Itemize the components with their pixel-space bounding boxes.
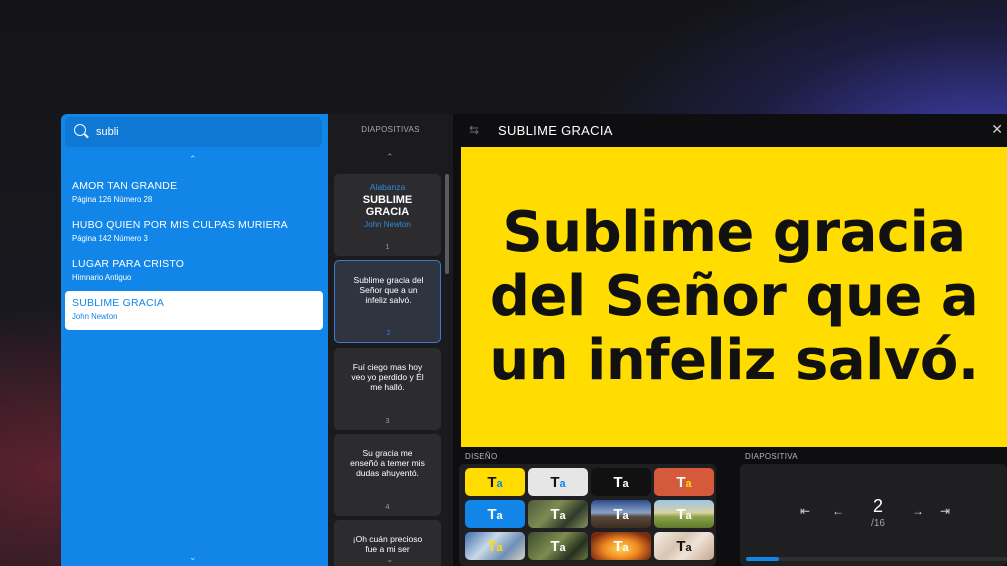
theme-glyph: T (676, 473, 686, 491)
theme-glyph: T (550, 505, 560, 523)
slide-text: Su gracia me enseñó a temer mis dudas ah… (350, 448, 425, 478)
next-slide-icon[interactable]: → (912, 504, 924, 518)
scroll-down-chevron-icon[interactable]: ⌄ (189, 552, 197, 563)
slides-header: DIAPOSITIVAS (361, 125, 420, 134)
slide-card-active[interactable]: Sublime gracia del Señor que a un infeli… (334, 260, 441, 343)
song-title: HUBO QUIEN POR MIS CULPAS MURIERA (72, 219, 288, 231)
theme-glyph: T (550, 537, 560, 555)
theme-glyph-small: a (622, 542, 629, 554)
design-themes: Ta Ta Ta Ta Ta Ta Ta Ta Ta Ta T a T a (459, 464, 716, 566)
slide-number: 2 (386, 328, 391, 337)
slides-scrollbar[interactable] (445, 174, 449, 274)
slide-text: Sublime gracia del Señor que a un infeli… (353, 275, 424, 305)
theme-landscape-5[interactable]: Ta (528, 532, 588, 560)
preview-top-bar: ⇆ SUBLIME GRACIA (453, 114, 1007, 146)
song-item-selected[interactable]: SUBLIME GRACIA John Newton (65, 291, 323, 330)
theme-landscape-3[interactable]: Ta (654, 500, 714, 528)
slide-author: John Newton (364, 220, 411, 229)
song-subtitle: Himnario Antiguo (72, 273, 132, 282)
slides-panel: DIAPOSITIVAS ⌃ Alabanza SUBLIME GRACIA J… (328, 114, 453, 566)
slide-number: 1 (385, 242, 390, 251)
song-title: LUGAR PARA CRISTO (72, 258, 185, 270)
theme-glyph-small: a (496, 510, 503, 522)
song-item[interactable]: HUBO QUIEN POR MIS CULPAS MURIERA Página… (65, 213, 323, 252)
theme-yellow[interactable]: Ta (465, 468, 525, 496)
theme-glyph: T (676, 505, 686, 523)
slide-number: 4 (385, 502, 390, 511)
theme-landscape-2[interactable]: Ta (591, 500, 651, 528)
slides-scroll-down-icon[interactable]: ⌄ (386, 554, 394, 565)
previous-slide-icon[interactable]: ← (832, 504, 844, 518)
song-subtitle: John Newton (72, 312, 118, 321)
song-item[interactable]: LUGAR PARA CRISTO Himnario Antiguo (65, 252, 323, 291)
song-search-panel: ⌃ AMOR TAN GRANDE Página 126 Número 28 H… (61, 114, 328, 566)
theme-glyph: T (487, 505, 497, 523)
search-input[interactable] (96, 126, 296, 138)
slide-song-title: SUBLIME GRACIA (362, 194, 413, 218)
slide-card[interactable]: Fuí ciego mas hoy veo yo perdido y Él me… (334, 348, 441, 430)
slide-card[interactable]: Su gracia me enseñó a temer mis dudas ah… (334, 434, 441, 516)
song-title: SUBLIME GRACIA (72, 297, 165, 309)
theme-glyph-small: a (622, 478, 629, 490)
slide-text: ¡Oh cuán precioso fue a mi ser (352, 534, 423, 554)
song-title: AMOR TAN GRANDE (72, 180, 178, 192)
preview-panel: ⇆ SUBLIME GRACIA ✕ Sublime gracia del Se… (453, 114, 1007, 566)
song-list: AMOR TAN GRANDE Página 126 Número 28 HUB… (65, 174, 323, 330)
theme-light-gray[interactable]: Ta (528, 468, 588, 496)
theme-glyph: T (487, 473, 497, 491)
theme-glyph: T (613, 505, 623, 523)
scroll-up-chevron-icon[interactable]: ⌃ (189, 154, 197, 165)
song-item[interactable]: AMOR TAN GRANDE Página 126 Número 28 (65, 174, 323, 213)
theme-glyph: T (550, 473, 560, 491)
theme-black[interactable]: Ta (591, 468, 651, 496)
slide-progress-fill (746, 557, 779, 561)
theme-glyph-small: a (559, 510, 566, 522)
theme-glyph-small: a (496, 478, 503, 490)
slide-preview-text: Sublime gracia del Señor que a un infeli… (489, 200, 979, 393)
slide-preview: Sublime gracia del Señor que a un infeli… (461, 147, 1007, 447)
slide-card-title[interactable]: Alabanza SUBLIME GRACIA John Newton 1 (334, 174, 441, 256)
theme-glyph-small: a (496, 542, 503, 554)
current-slide-number: 2 (872, 496, 883, 516)
theme-glyph: T (613, 473, 623, 491)
total-slides: /16 (871, 518, 885, 529)
slide-progress-bar[interactable] (746, 557, 1007, 561)
slides-scroll-up-icon[interactable]: ⌃ (386, 152, 394, 163)
preview-song-title: SUBLIME GRACIA (498, 122, 613, 138)
design-label: DISEÑO (465, 452, 498, 461)
theme-landscape-1[interactable]: Ta (528, 500, 588, 528)
slide-nav-label: DIAPOSITIVA (745, 452, 798, 461)
theme-glyph-small: a (559, 542, 566, 554)
theme-landscape-4[interactable]: Ta (465, 532, 525, 560)
close-icon[interactable]: ✕ (991, 121, 1003, 138)
theme-glyph-small: a (622, 510, 629, 522)
theme-glyph: T (487, 537, 497, 555)
search-bar[interactable] (65, 117, 322, 147)
last-slide-icon[interactable]: ⇥ (940, 504, 950, 518)
theme-glyph: T (676, 537, 686, 555)
song-subtitle: Página 142 Número 3 (72, 234, 148, 243)
slide-number: 3 (385, 416, 390, 425)
theme-red[interactable]: Ta (654, 468, 714, 496)
theme-glyph-small: a (685, 478, 692, 490)
slide-navigation: ⇤ ← 2 /16 → ⇥ (740, 464, 1007, 566)
theme-glyph-small: a (559, 478, 566, 490)
slide-category: Alabanza (369, 182, 406, 192)
theme-landscape-7[interactable]: Ta (654, 532, 714, 560)
theme-glyph: T (613, 537, 623, 555)
song-subtitle: Página 126 Número 28 (72, 195, 153, 204)
slide-text: Fuí ciego mas hoy veo yo perdido y Él me… (351, 362, 424, 392)
theme-landscape-6[interactable]: Ta (591, 532, 651, 560)
theme-glyph-small: a (685, 542, 692, 554)
theme-glyph-small: a (685, 510, 692, 522)
swap-icon[interactable]: ⇆ (469, 123, 483, 137)
theme-blue[interactable]: Ta (465, 500, 525, 528)
first-slide-icon[interactable]: ⇤ (800, 504, 810, 518)
search-icon (74, 124, 90, 140)
